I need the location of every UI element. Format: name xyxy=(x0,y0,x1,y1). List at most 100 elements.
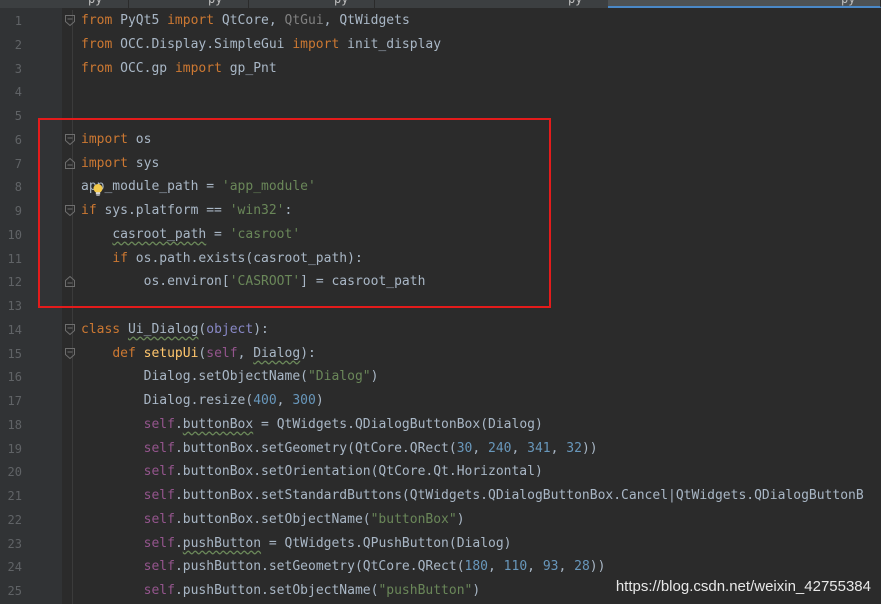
line-number: 22 xyxy=(7,512,22,527)
code-token: from xyxy=(81,13,121,28)
line-number: 2 xyxy=(14,37,22,52)
code-token: os.environ[ xyxy=(81,274,230,290)
code-text[interactable]: os.environ['CASROOT'] = casroot_path xyxy=(81,273,426,291)
code-text[interactable]: from OCC.Display.SimpleGui import init_d… xyxy=(81,36,441,54)
line-number: 23 xyxy=(7,536,22,551)
line-number: 9 xyxy=(14,204,22,218)
code-line[interactable]: 11 if os.path.exists(casroot_path): xyxy=(0,248,881,272)
code-token: gp_Pnt xyxy=(229,60,277,76)
code-text[interactable]: class Ui_Dialog(object): xyxy=(81,321,269,339)
line-number: 17 xyxy=(7,394,22,408)
code-line[interactable]: 8 app_module_path = 'app_module' xyxy=(0,176,881,200)
editor-tab[interactable]: py xyxy=(608,0,881,8)
editor-tab-label: py xyxy=(841,0,855,6)
code-text[interactable]: self.buttonBox.setOrientation(QtCore.Qt.… xyxy=(81,463,543,481)
code-line[interactable]: 16 Dialog.setObjectName("Dialog") xyxy=(0,366,881,390)
code-line[interactable]: 22 self.buttonBox.setObjectName("buttonB… xyxy=(0,509,881,533)
line-number: 19 xyxy=(7,441,22,456)
code-token: 240 xyxy=(488,440,512,456)
fold-close-icon[interactable] xyxy=(65,276,75,288)
code-text[interactable]: from OCC.gp import gp_Pnt xyxy=(81,60,277,78)
code-text[interactable]: Dialog.setObjectName("Dialog") xyxy=(81,368,379,386)
fold-close-icon[interactable] xyxy=(65,157,75,169)
code-line[interactable]: 9 if sys.platform == 'win32': xyxy=(0,200,881,224)
code-text[interactable]: def setupUi(self, Dialog): xyxy=(81,345,316,363)
code-token: from xyxy=(81,60,121,76)
code-line[interactable]: 14 class Ui_Dialog(object): xyxy=(0,319,881,343)
code-text[interactable]: casroot_path = 'casroot' xyxy=(81,226,300,244)
code-text[interactable]: Dialog.resize(400, 300) xyxy=(81,392,324,410)
code-text[interactable]: app_module_path = 'app_module' xyxy=(81,178,316,196)
code-line[interactable]: 12 os.environ['CASROOT'] = casroot_path xyxy=(0,271,881,295)
lightbulb-icon[interactable] xyxy=(91,182,105,196)
code-line[interactable]: 24 self.pushButton.setGeometry(QtCore.QR… xyxy=(0,556,881,580)
code-line[interactable]: 17 Dialog.resize(400, 300) xyxy=(0,390,881,414)
code-token: Dialog.setObjectName( xyxy=(81,369,308,385)
code-token: self xyxy=(206,345,238,361)
code-line[interactable]: 10 casroot_path = 'casroot' xyxy=(0,224,881,248)
code-editor[interactable]: 1 from PyQt5 import QtCore, QtGui, QtWidg… xyxy=(0,10,881,604)
line-number: 13 xyxy=(7,299,22,313)
editor-tab[interactable]: py xyxy=(0,0,129,8)
fold-open-icon[interactable] xyxy=(65,323,75,335)
code-line[interactable]: 2 from OCC.Display.SimpleGui import init_… xyxy=(0,34,881,58)
code-text[interactable]: self.pushButton = QtWidgets.QPushButton(… xyxy=(81,535,512,553)
code-token: ) xyxy=(456,511,465,527)
code-line[interactable]: 7 import sys xyxy=(0,153,881,177)
code-line[interactable]: 23 self.pushButton = QtWidgets.QPushButt… xyxy=(0,533,881,557)
code-token: import xyxy=(167,13,222,28)
code-token: 'casroot' xyxy=(229,226,301,242)
code-token: QtCore, xyxy=(221,13,285,28)
code-line[interactable]: 1 from PyQt5 import QtCore, QtGui, QtWidg… xyxy=(0,10,881,34)
code-text[interactable]: self.buttonBox.setGeometry(QtCore.QRect(… xyxy=(81,440,598,458)
code-text[interactable]: import sys xyxy=(81,155,159,173)
editor-tab-bar: py py py py py xyxy=(0,0,881,8)
fold-open-icon[interactable] xyxy=(65,15,75,26)
code-text[interactable]: from PyQt5 import QtCore, QtGui, QtWidge… xyxy=(81,12,410,30)
code-token: ) xyxy=(315,393,324,408)
line-number: 10 xyxy=(7,227,22,242)
code-line[interactable]: 19 self.buttonBox.setGeometry(QtCore.QRe… xyxy=(0,438,881,462)
code-text[interactable]: self.pushButton.setGeometry(QtCore.QRect… xyxy=(81,558,606,576)
code-line[interactable]: 5 xyxy=(0,105,881,129)
editor-tab[interactable]: py xyxy=(374,0,609,8)
editor-tab[interactable]: py xyxy=(248,0,375,8)
code-text[interactable]: self.pushButton.setObjectName("pushButto… xyxy=(81,582,481,600)
code-token: OCC.gp xyxy=(120,60,175,76)
code-line[interactable]: 20 self.buttonBox.setOrientation(QtCore.… xyxy=(0,461,881,485)
code-token: sys.platform == xyxy=(104,203,230,218)
code-line[interactable]: 6 import os xyxy=(0,129,881,153)
line-number: 20 xyxy=(7,465,22,480)
code-token: if xyxy=(81,203,105,218)
code-token: casroot_path xyxy=(112,226,207,242)
fold-open-icon[interactable] xyxy=(65,347,75,359)
code-token: OCC.Display.SimpleGui xyxy=(120,36,293,52)
code-line[interactable]: 4 xyxy=(0,81,881,105)
code-token: 93 xyxy=(542,559,559,575)
code-token: 'win32' xyxy=(229,203,285,218)
editor-tab-label: py xyxy=(334,0,348,6)
code-token: .buttonBox.setOrientation(QtCore.Qt.Hori… xyxy=(174,464,543,480)
code-text[interactable]: import os xyxy=(81,131,151,149)
code-text[interactable]: if os.path.exists(casroot_path): xyxy=(81,250,362,268)
line-number: 25 xyxy=(7,584,22,598)
code-token: 300 xyxy=(292,393,316,408)
code-line[interactable]: 21 self.buttonBox.setStandardButtons(QtW… xyxy=(0,485,881,509)
code-line[interactable]: 15 def setupUi(self, Dialog): xyxy=(0,343,881,367)
line-number: 5 xyxy=(14,109,22,123)
code-text[interactable]: if sys.platform == 'win32': xyxy=(81,202,292,220)
code-text[interactable]: self.buttonBox.setObjectName("buttonBox"… xyxy=(81,511,465,529)
code-token: )) xyxy=(589,559,606,575)
code-token: , xyxy=(550,440,567,456)
code-text[interactable]: self.buttonBox.setStandardButtons(QtWidg… xyxy=(81,487,864,505)
code-text[interactable]: self.buttonBox = QtWidgets.QDialogButton… xyxy=(81,416,543,434)
code-line[interactable]: 3 from OCC.gp import gp_Pnt xyxy=(0,58,881,82)
code-line[interactable]: 18 self.buttonBox = QtWidgets.QDialogBut… xyxy=(0,414,881,438)
fold-open-icon[interactable] xyxy=(65,133,75,145)
editor-tab[interactable]: py xyxy=(128,0,249,8)
code-token: self xyxy=(143,440,175,456)
fold-open-icon[interactable] xyxy=(65,205,75,216)
code-line[interactable]: 13 xyxy=(0,295,881,319)
